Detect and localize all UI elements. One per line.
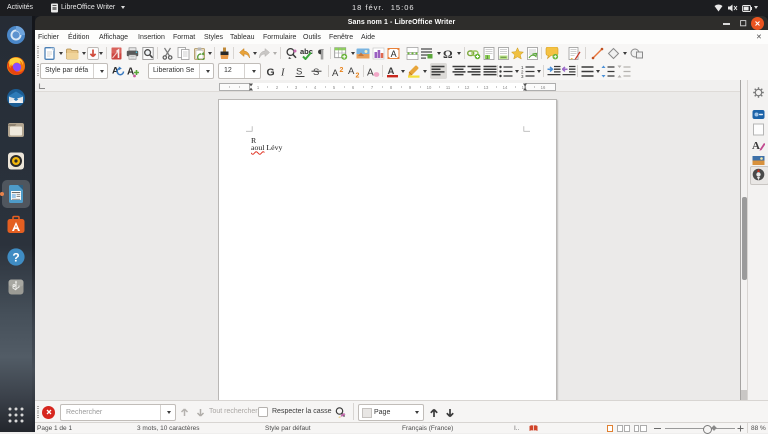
svg-text:2: 2 [340,67,344,74]
svg-text:¶: ¶ [318,47,324,60]
svg-text:abc: abc [300,47,313,56]
svg-text:2: 2 [356,72,360,78]
svg-text:Ω: Ω [443,47,453,60]
svg-text:A: A [332,68,339,78]
svg-text:13: 13 [484,85,489,90]
svg-text:11: 11 [446,85,451,90]
svg-text:16: 16 [541,85,546,90]
svg-text:15: 15 [522,85,527,90]
svg-text:?: ? [12,251,19,265]
svg-text:G: G [267,66,275,78]
svg-text:14: 14 [503,85,508,90]
svg-text:S: S [313,67,319,78]
svg-text:I: I [280,67,285,78]
svg-text:A: A [367,67,374,78]
svg-text:A: A [348,66,355,77]
svg-text:A: A [391,48,397,58]
svg-text:10: 10 [427,85,432,90]
svg-text:12: 12 [465,85,470,90]
svg-text:S: S [296,66,302,77]
svg-text:A: A [752,140,760,152]
svg-text:3: 3 [521,73,524,77]
